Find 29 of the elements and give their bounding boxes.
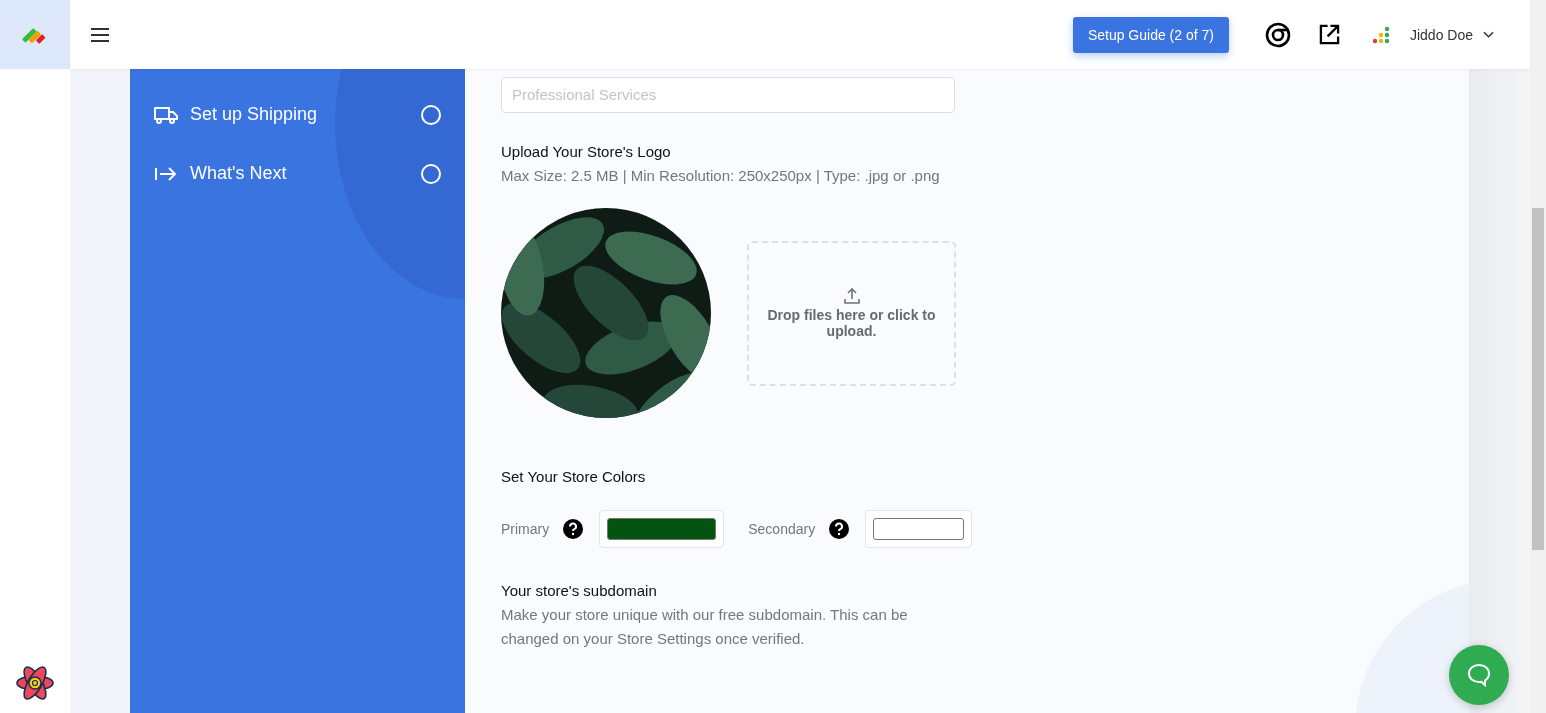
upload-icon (842, 287, 861, 305)
file-dropzone[interactable]: Drop files here or click to upload. (747, 240, 956, 386)
color-picker[interactable] (599, 510, 725, 548)
upload-hint: Max Size: 2.5 MB | Min Resolution: 250x250px | Type: .jpg or .png (501, 166, 941, 186)
target-icon[interactable] (1264, 21, 1291, 48)
color-label: Secondary (748, 521, 816, 537)
color-picker[interactable] (865, 510, 973, 548)
chat-icon (1466, 662, 1492, 688)
scrollbar-track[interactable] (1530, 0, 1546, 713)
section-title: Your store's subdomain (501, 582, 658, 599)
section-title: Set Your Store Colors (501, 468, 647, 485)
truck-icon (154, 105, 178, 124)
external-link-icon[interactable] (1318, 24, 1340, 45)
subdomain-description: Make your store unique with our free subdomain. This can be changed on your Store Settings once verified. (501, 605, 909, 649)
user-name[interactable]: Jiddo Doe (1409, 26, 1473, 43)
scrollbar-thumb[interactable] (1532, 208, 1544, 550)
menu-icon[interactable] (90, 26, 110, 43)
section-title: Upload Your Store's Logo (501, 143, 672, 160)
chevron-down-icon[interactable] (1483, 30, 1494, 39)
atom-icon[interactable] (15, 663, 55, 703)
setup-guide-button[interactable]: Setup Guide (2 of 7) (1072, 16, 1229, 53)
arrow-right-icon (154, 164, 178, 183)
dots-icon (1371, 24, 1392, 45)
color-label: Primary (501, 521, 550, 537)
help-icon[interactable] (829, 519, 850, 539)
step-item[interactable]: Set up Shipping (154, 85, 441, 144)
step-item[interactable]: What's Next (154, 144, 441, 203)
dropzone-text: Drop files here or click to upload. (766, 307, 937, 339)
help-icon[interactable] (563, 519, 584, 539)
